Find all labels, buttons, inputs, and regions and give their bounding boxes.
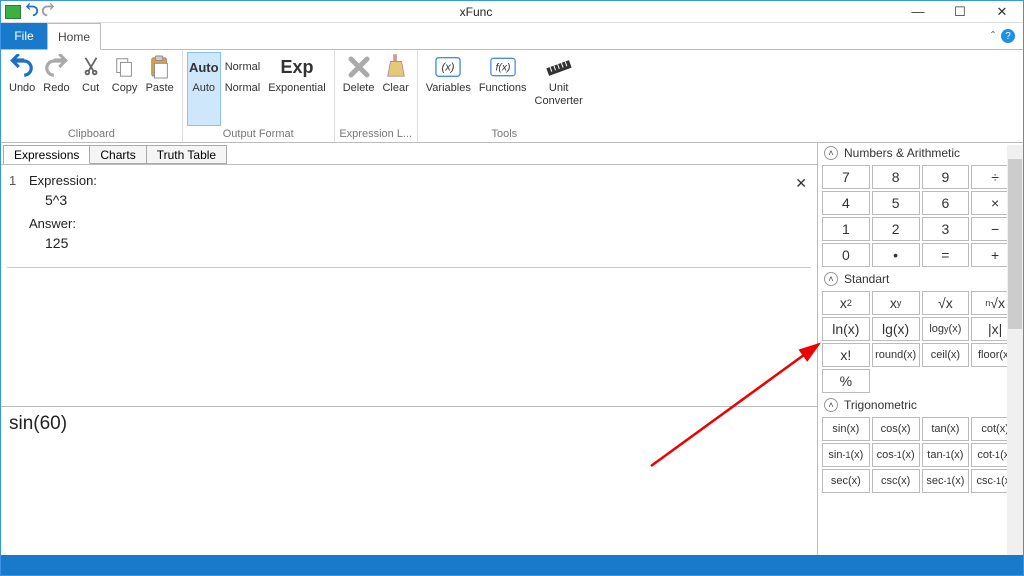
key-8[interactable]: 8 [872,165,920,189]
svg-text:(x): (x) [442,62,455,74]
key-ln[interactable]: ln(x) [822,317,870,341]
tab-home[interactable]: Home [47,23,101,50]
tab-expressions[interactable]: Expressions [3,145,90,164]
section-standard-header[interactable]: ˄Standart [818,269,1023,289]
key-asin[interactable]: sin-1(x) [822,443,870,467]
format-exponential-button[interactable]: ExpExponential [264,52,330,126]
tab-truth-table[interactable]: Truth Table [146,145,227,164]
key-ceil[interactable]: ceil(x) [922,343,970,367]
key-7[interactable]: 7 [822,165,870,189]
key-sqrt[interactable]: √x [922,291,970,315]
key-x2[interactable]: x2 [822,291,870,315]
key-5[interactable]: 5 [872,191,920,215]
variables-button[interactable]: (x)Variables [422,52,475,126]
key-sec[interactable]: sec(x) [822,469,870,493]
key-acos[interactable]: cos-1(x) [872,443,920,467]
key-atan[interactable]: tan-1(x) [922,443,970,467]
left-panel: Expressions Charts Truth Table 1 Express… [1,143,818,555]
close-button[interactable]: ✕ [981,2,1023,22]
expression-row: 1 Expression: 5^3 Answer: 125 [7,169,811,263]
expression-value: 5^3 [29,192,809,208]
key-logy[interactable]: logy(x) [922,317,970,341]
key-xy[interactable]: xy [872,291,920,315]
expression-list: 1 Expression: 5^3 Answer: 125 ✕ [1,165,817,407]
key-6[interactable]: 6 [922,191,970,215]
undo-button[interactable]: Undo [5,52,39,126]
row-number: 1 [9,173,21,188]
app-icon [5,5,21,19]
collapse-ribbon-icon[interactable]: ˆ [991,29,995,43]
key-9[interactable]: 9 [922,165,970,189]
qat-undo-icon[interactable] [25,3,39,20]
key-csc[interactable]: csc(x) [872,469,920,493]
functions-button[interactable]: f(x)Functions [475,52,531,126]
cut-button[interactable]: Cut [74,52,108,126]
ribbon-group-expression-list: Delete Clear Expression L... [335,50,418,142]
statusbar [1,555,1023,575]
key-3[interactable]: 3 [922,217,970,241]
tab-charts[interactable]: Charts [89,145,146,164]
format-normal-button[interactable]: NormalNormal [221,52,264,126]
key-sin[interactable]: sin(x) [822,417,870,441]
key-asec[interactable]: sec-1(x) [922,469,970,493]
titlebar: xFunc — ☐ ✕ [1,1,1023,23]
ribbon: Undo Redo Cut Copy Paste Clipboard AutoA… [1,50,1023,143]
key-percent[interactable]: % [822,369,870,393]
clear-button[interactable]: Clear [378,52,412,126]
remove-expression-icon[interactable]: ✕ [795,175,807,192]
divider [7,267,811,268]
functions-sidebar: ˄Numbers & Arithmetic 789÷ 456× 123− 0•=… [818,143,1023,555]
window-title: xFunc [55,5,897,19]
expression-input[interactable]: sin(60) [1,407,817,555]
view-tabs: Expressions Charts Truth Table [1,143,817,165]
key-lg[interactable]: lg(x) [872,317,920,341]
quick-access-toolbar [25,3,55,20]
answer-label: Answer: [29,216,809,231]
key-dot[interactable]: • [872,243,920,267]
sidebar-scrollbar[interactable] [1007,145,1023,555]
numbers-grid: 789÷ 456× 123− 0•=+ [818,163,1023,269]
redo-button[interactable]: Redo [39,52,73,126]
minimize-button[interactable]: — [897,2,939,22]
maximize-button[interactable]: ☐ [939,2,981,22]
standard-grid: x2xy√xn√x ln(x)lg(x)logy(x)|x| x!round(x… [818,289,1023,395]
unit-converter-button[interactable]: Unit Converter [531,52,587,126]
expression-label: Expression: [29,173,809,188]
menubar: File Home ˆ ? [1,23,1023,50]
section-trig-header[interactable]: ˄Trigonometric [818,395,1023,415]
qat-redo-icon[interactable] [41,3,55,20]
format-auto-button[interactable]: AutoAuto [187,52,221,126]
key-2[interactable]: 2 [872,217,920,241]
key-tan[interactable]: tan(x) [922,417,970,441]
ribbon-group-tools: (x)Variables f(x)Functions Unit Converte… [418,50,591,142]
chevron-up-icon: ˄ [824,398,838,412]
ribbon-group-output-format: AutoAuto NormalNormal ExpExponential Out… [183,50,335,142]
answer-value: 125 [29,235,809,251]
key-4[interactable]: 4 [822,191,870,215]
key-round[interactable]: round(x) [872,343,920,367]
key-factorial[interactable]: x! [822,343,870,367]
key-0[interactable]: 0 [822,243,870,267]
key-cos[interactable]: cos(x) [872,417,920,441]
key-1[interactable]: 1 [822,217,870,241]
paste-button[interactable]: Paste [142,52,178,126]
chevron-up-icon: ˄ [824,146,838,160]
ribbon-group-clipboard: Undo Redo Cut Copy Paste Clipboard [1,50,183,142]
key-equals[interactable]: = [922,243,970,267]
chevron-up-icon: ˄ [824,272,838,286]
help-icon[interactable]: ? [1001,29,1015,43]
delete-button[interactable]: Delete [339,52,379,126]
trig-grid: sin(x)cos(x)tan(x)cot(x) sin-1(x)cos-1(x… [818,415,1023,495]
section-numbers-header[interactable]: ˄Numbers & Arithmetic [818,143,1023,163]
svg-text:f(x): f(x) [495,62,510,73]
main-area: Expressions Charts Truth Table 1 Express… [1,143,1023,555]
copy-button[interactable]: Copy [108,52,142,126]
file-menu[interactable]: File [1,23,47,49]
